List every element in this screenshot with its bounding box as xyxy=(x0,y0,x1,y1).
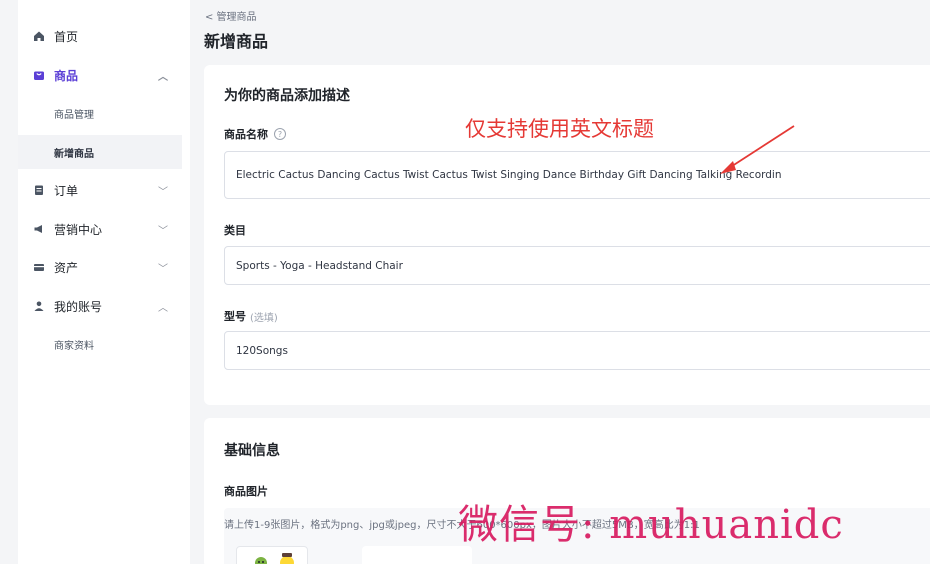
chevron-up-icon: ︿ xyxy=(158,72,168,83)
model-input[interactable]: 120Songs xyxy=(224,331,930,370)
watermark-text: 微信号: muhuanidc xyxy=(458,502,844,548)
chevron-down-icon: ﹀ xyxy=(158,264,168,275)
sidebar-item-label: 商家资料 xyxy=(54,340,94,352)
wallet-icon xyxy=(32,260,46,274)
sidebar-item-merchant-profile[interactable]: 商家资料 xyxy=(18,327,182,361)
sidebar-item-my-account[interactable]: 我的账号 ︿ xyxy=(18,289,182,323)
product-name-label: 商品名称 ? xyxy=(224,126,286,142)
help-icon[interactable]: ? xyxy=(274,128,286,140)
shopping-bag-icon xyxy=(32,68,46,82)
home-icon xyxy=(32,29,46,43)
page-title: 新增商品 xyxy=(204,32,269,51)
chevron-up-icon: ︿ xyxy=(158,303,168,314)
clipboard-icon xyxy=(32,183,46,197)
section-title: 基础信息 xyxy=(224,443,280,459)
chevron-down-icon: ﹀ xyxy=(158,226,168,237)
label-text: 商品名称 xyxy=(224,128,268,141)
sidebar-item-assets[interactable]: 资产 ﹀ xyxy=(18,250,182,284)
model-label: 型号 (选填) xyxy=(224,308,278,324)
sidebar-item-label: 商品管理 xyxy=(54,109,94,121)
section-title: 为你的商品添加描述 xyxy=(224,88,350,104)
product-name-input[interactable]: Electric Cactus Dancing Cactus Twist Cac… xyxy=(224,151,930,199)
sidebar-item-products[interactable]: 商品 ︿ xyxy=(18,58,182,92)
product-image-thumbnail[interactable] xyxy=(236,546,308,564)
sidebar-item-label: 商品 xyxy=(54,68,79,83)
category-select[interactable]: Sports - Yoga - Headstand Chair xyxy=(224,246,930,285)
annotation-text: 仅支持使用英文标题 xyxy=(465,117,654,141)
breadcrumb[interactable]: < 管理商品 xyxy=(205,8,257,23)
sidebar-item-label: 营销中心 xyxy=(54,222,103,237)
sidebar-item-product-manage[interactable]: 商品管理 xyxy=(18,96,182,130)
sidebar-item-label: 新增商品 xyxy=(54,148,94,160)
sidebar-item-label: 订单 xyxy=(54,183,79,198)
sidebar-item-label: 资产 xyxy=(54,260,79,275)
sidebar-item-label: 首页 xyxy=(54,29,79,44)
chevron-down-icon: ﹀ xyxy=(158,187,168,198)
sidebar-item-orders[interactable]: 订单 ﹀ xyxy=(18,173,182,207)
sidebar: 首页 商品 ︿ 商品管理 新增商品 订单 ﹀ 营销中心 ﹀ 资产 ﹀ 我的账号 … xyxy=(18,0,190,564)
sidebar-item-label: 我的账号 xyxy=(54,299,103,314)
sidebar-item-home[interactable]: 首页 xyxy=(18,19,182,53)
megaphone-icon xyxy=(32,222,46,236)
label-text: 型号 xyxy=(224,310,246,323)
sidebar-item-product-add[interactable]: 新增商品 xyxy=(18,135,182,169)
upload-placeholder[interactable] xyxy=(362,546,472,564)
user-icon xyxy=(32,299,46,313)
optional-hint: (选填) xyxy=(250,312,278,324)
category-label: 类目 xyxy=(224,224,246,237)
sidebar-item-marketing[interactable]: 营销中心 ﹀ xyxy=(18,212,182,246)
product-images-label: 商品图片 xyxy=(224,485,268,498)
